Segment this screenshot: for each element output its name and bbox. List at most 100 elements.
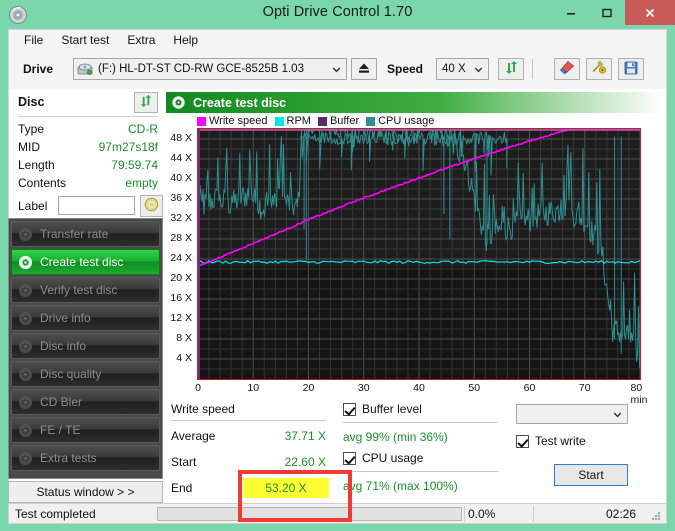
buffer-level-checkbox[interactable] xyxy=(343,403,356,416)
stat-key-average: Average xyxy=(171,429,216,443)
stat-key-start: Start xyxy=(171,455,197,469)
legend-item: Buffer xyxy=(317,115,360,127)
disc-refresh-button[interactable] xyxy=(134,92,158,113)
eject-button[interactable] xyxy=(351,58,377,80)
sidebar-item-verify-test-disc[interactable]: Verify test disc xyxy=(11,277,160,303)
status-window-button[interactable]: Status window > > xyxy=(8,481,163,503)
menu-bar: File Start test Extra Help xyxy=(8,29,667,50)
drive-icon xyxy=(77,62,93,76)
legend-label: Buffer xyxy=(329,115,360,127)
close-button[interactable] xyxy=(625,0,675,25)
legend-swatch xyxy=(274,116,284,126)
legend-swatch xyxy=(317,116,327,126)
disc-key-contents: Contents xyxy=(18,176,67,190)
tools-button[interactable] xyxy=(586,58,612,80)
status-separator xyxy=(464,506,465,522)
menu-file[interactable]: File xyxy=(15,31,52,49)
y-axis-tick-label: 44 X xyxy=(170,152,192,164)
disc-key-type: Type xyxy=(18,122,45,136)
progress-bar xyxy=(157,507,462,521)
legend-swatch xyxy=(366,116,376,126)
write-speed-header: Write speed xyxy=(171,402,235,416)
menu-start-test[interactable]: Start test xyxy=(52,31,118,49)
drive-value: (F:) HL-DT-ST CD-RW GCE-8525B 1.03 xyxy=(98,63,304,75)
toolbar-separator xyxy=(532,59,533,79)
sidebar-item-label: Drive info xyxy=(40,311,91,325)
chart-svg xyxy=(197,127,641,379)
stat-value-end: 53.20 X xyxy=(243,478,329,498)
disc-label-row: Label xyxy=(18,195,163,218)
start-button[interactable]: Start xyxy=(554,464,628,486)
sidebar-item-label: Create test disc xyxy=(40,255,124,269)
sidebar-item-label: FE / TE xyxy=(40,423,81,437)
stat-key-end: End xyxy=(171,481,193,495)
disc-panel-divider xyxy=(18,116,158,117)
stats-panel: Write speed Average 37.71 X Start 22.60 … xyxy=(171,402,661,498)
elapsed-time: 02:26 xyxy=(605,507,636,521)
disc-key-length: Length xyxy=(18,158,55,172)
maximize-button[interactable] xyxy=(589,0,625,25)
toolbar: Drive (F:) HL-DT-ST CD-RW GCE-8525B 1.03 xyxy=(8,50,667,89)
status-bar: Test completed 0.0% 02:26 xyxy=(8,503,667,524)
sidebar-item-cd-bler[interactable]: CD Bler xyxy=(11,389,160,415)
sidebar-item-drive-info[interactable]: Drive info xyxy=(11,305,160,331)
refresh-arrows-icon xyxy=(139,94,153,111)
menu-help[interactable]: Help xyxy=(164,31,207,49)
disc-value-length: 79:59.74 xyxy=(111,158,158,172)
erase-disc-icon xyxy=(559,60,575,78)
erase-disc-button[interactable] xyxy=(554,58,580,80)
speed-value: 40 X xyxy=(442,63,466,75)
menu-extra[interactable]: Extra xyxy=(118,31,164,49)
app-window: Opti Drive Control 1.70 File Start test … xyxy=(0,0,675,531)
drive-select[interactable]: (F:) HL-DT-ST CD-RW GCE-8525B 1.03 xyxy=(73,58,347,80)
progress-percent: 0.0% xyxy=(468,507,496,521)
disc-fete-icon xyxy=(17,422,34,439)
sidebar-item-disc-quality[interactable]: Disc quality xyxy=(11,361,160,387)
cpu-usage-checkbox[interactable] xyxy=(343,452,356,465)
sidebar-item-transfer-rate[interactable]: Transfer rate xyxy=(11,221,160,247)
y-axis-tick-label: 32 X xyxy=(170,212,192,224)
disc-bler-icon xyxy=(17,394,34,411)
disc-extra-icon xyxy=(17,450,34,467)
chart-panel-title: Create test disc xyxy=(193,95,287,110)
sidebar-item-label: CD Bler xyxy=(40,395,83,409)
sidebar-item-extra-tests[interactable]: Extra tests xyxy=(11,445,160,471)
sidebar-item-fe-te[interactable]: FE / TE xyxy=(11,417,160,443)
y-axis-tick-label: 8 X xyxy=(176,332,192,344)
legend-swatch xyxy=(197,116,206,126)
disc-label-cd-button[interactable] xyxy=(140,195,163,217)
disc-label-caption: Label xyxy=(18,199,48,213)
buffer-level-label: Buffer level xyxy=(362,402,422,416)
legend-item: CPU usage xyxy=(366,115,434,127)
legend-label: RPM xyxy=(286,115,311,127)
disc-label-input[interactable] xyxy=(58,196,135,215)
eject-icon xyxy=(357,61,371,78)
sidebar-item-disc-info[interactable]: Disc info xyxy=(11,333,160,359)
y-axis-tick-label: 4 X xyxy=(176,352,192,364)
disc-row-type: Type CD-R xyxy=(18,122,158,140)
chevron-down-icon xyxy=(473,64,484,75)
mode-select[interactable] xyxy=(516,404,628,424)
minimize-button[interactable] xyxy=(553,0,589,25)
refresh-button[interactable] xyxy=(498,58,524,80)
sidebar-item-label: Extra tests xyxy=(40,451,97,465)
disc-row-length: Length 79:59.74 xyxy=(18,158,158,176)
disc-value-mid: 97m27s18f xyxy=(98,140,158,154)
speed-select[interactable]: 40 X xyxy=(436,58,489,80)
status-message: Test completed xyxy=(15,507,96,521)
y-axis-tick-label: 36 X xyxy=(170,192,192,204)
chart-y-axis: 4 X 8 X 12 X 16 X 20 X 24 X 28 X 32 X 36 X 40 X 44… xyxy=(163,125,195,383)
chart-panel: Create test disc Write speed RPM Buffer CPU… xyxy=(163,89,667,503)
status-separator xyxy=(533,506,534,522)
disc-write-icon xyxy=(171,95,186,110)
sidebar-nav: Transfer rate Create test disc Verify te… xyxy=(8,218,163,479)
resize-grip-icon[interactable] xyxy=(651,510,661,520)
write-speed-divider xyxy=(171,420,326,421)
save-button[interactable] xyxy=(618,58,644,80)
chart-legend: Write speed RPM Buffer CPU usage xyxy=(197,114,441,128)
x-axis-tick-label: 10 xyxy=(247,382,260,394)
test-write-checkbox[interactable] xyxy=(516,435,529,448)
save-icon xyxy=(624,61,638,78)
y-axis-tick-label: 24 X xyxy=(170,252,192,264)
sidebar-item-create-test-disc[interactable]: Create test disc xyxy=(11,249,160,275)
